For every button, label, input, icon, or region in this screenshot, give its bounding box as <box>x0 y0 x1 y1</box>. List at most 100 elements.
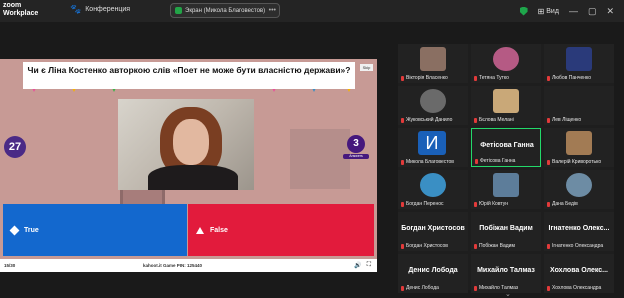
kahoot-footer: 15/30 kahoot.it Game PIN: 125440 🔊 ⛶ <box>0 259 377 272</box>
skip-button[interactable]: Skip <box>360 64 373 71</box>
participant-video <box>493 47 519 71</box>
answer-false-label: False <box>210 226 228 234</box>
portrait-body <box>148 165 238 190</box>
participant-name-label: Бєлова Мелані <box>474 117 514 123</box>
participant-name-label: Любов Панченко <box>547 75 591 81</box>
participant-name-label: Хохлова Олександра <box>547 285 601 291</box>
participant-name: Хохлова Олександра <box>552 285 602 291</box>
title-bar: zoom Workplace 🐾 Конференция Экран (Мико… <box>0 0 624 22</box>
logo-line1: zoom <box>3 2 22 9</box>
volume-icon[interactable]: 🔊 <box>354 262 361 269</box>
muted-mic-icon <box>401 117 404 123</box>
zoom-logo: zoom Workplace <box>3 2 38 18</box>
participant-tile[interactable]: Фетісова Ганна Фетісова Ганна <box>471 128 541 167</box>
muted-mic-icon <box>547 201 550 207</box>
participant-name-label: Вікторія Власенко <box>401 75 448 81</box>
participant-name-label: Фетісова Ганна <box>475 158 515 164</box>
muted-mic-icon <box>474 201 477 207</box>
participant-name: Тетяна Тутко <box>479 75 509 81</box>
conference-label: Конференция <box>85 6 131 13</box>
participant-name-label: Денис Лобода <box>401 285 439 291</box>
participant-tile[interactable]: Тетяна Тутко <box>471 44 541 83</box>
answers-count: 3 <box>347 135 365 153</box>
muted-mic-icon <box>474 117 477 123</box>
participant-tile[interactable]: Ігнатенко Олекс... Ігнатенко Олександра <box>544 212 614 251</box>
participant-tile[interactable]: Жуковський Данило <box>398 86 468 125</box>
muted-mic-icon <box>547 117 550 123</box>
participant-gallery: Вікторія Власенко Тетяна Тутко Любов Панче… <box>398 44 614 293</box>
participant-name-label: Богдан Христосов <box>401 243 448 249</box>
participant-name: Бєлова Мелані <box>479 117 514 123</box>
countdown-timer: 27 <box>4 136 26 158</box>
portrait-face <box>173 119 209 165</box>
muted-mic-icon <box>401 201 404 207</box>
participant-name: Богдан Перенос <box>406 201 444 207</box>
share-label: Экран (Микола Благовестов) <box>185 7 266 14</box>
participant-video <box>566 89 592 113</box>
answer-false-button[interactable]: False <box>188 204 374 256</box>
screen-share-indicator[interactable]: Экран (Микола Благовестов) ••• <box>170 3 280 18</box>
participant-tile[interactable]: Любов Панченко <box>544 44 614 83</box>
conference-button[interactable]: 🐾 Конференция <box>70 5 130 14</box>
participant-name: Микола Благовестов <box>406 159 454 165</box>
participant-display-name: Фетісова Ганна <box>480 142 534 149</box>
participant-display-name: Богдан Христосов <box>401 225 465 232</box>
participant-video <box>493 89 519 113</box>
close-icon[interactable]: ✕ <box>606 6 614 17</box>
participant-name: Валерій Криворотько <box>552 159 602 165</box>
participant-tile[interactable]: Лев Ліщенко <box>544 86 614 125</box>
participant-tile[interactable]: И Микола Благовестов <box>398 128 468 167</box>
participant-name-label: Ігнатенко Олександра <box>547 243 603 249</box>
answer-true-button[interactable]: True <box>3 204 187 256</box>
participant-tile[interactable]: Богдан Перенос <box>398 170 468 209</box>
more-icon[interactable]: ••• <box>269 7 276 14</box>
participant-name-label: Дана Бедів <box>547 201 578 207</box>
muted-mic-icon <box>474 285 477 291</box>
maximize-icon[interactable]: ▢ <box>588 6 597 17</box>
participant-tile[interactable]: Бєлова Мелані <box>471 86 541 125</box>
minimize-icon[interactable]: — <box>569 6 578 16</box>
participant-tile[interactable]: Вікторія Власенко <box>398 44 468 83</box>
participant-tile[interactable]: Денис Лобода Денис Лобода <box>398 254 468 293</box>
fullscreen-icon[interactable]: ⛶ <box>367 262 371 269</box>
participant-name: Фетісова Ганна <box>480 158 516 164</box>
participant-tile[interactable]: Дана Бедів <box>544 170 614 209</box>
answers-label: Answers <box>343 154 369 159</box>
logo-line2: Workplace <box>3 10 39 17</box>
participant-tile[interactable]: Хохлова Олекс... Хохлова Олександра <box>544 254 614 293</box>
participant-name-label: Михайло Талмаз <box>474 285 518 291</box>
participant-name: Побіжан Вадим <box>479 243 515 249</box>
participant-name: Ігнатенко Олександра <box>552 243 604 249</box>
triangle-icon <box>196 226 204 234</box>
muted-mic-icon <box>475 158 478 164</box>
participant-name: Вікторія Власенко <box>406 75 448 81</box>
question-progress: 15/30 <box>4 263 16 268</box>
participant-video <box>420 47 446 71</box>
muted-mic-icon <box>401 75 404 81</box>
footer-controls: 🔊 ⛶ <box>354 262 371 269</box>
chevron-down-icon[interactable]: ⌄ <box>505 290 511 298</box>
participant-tile[interactable]: Побіжан Вадим Побіжан Вадим <box>471 212 541 251</box>
participant-video <box>420 89 446 113</box>
participant-display-name: Побіжан Вадим <box>479 225 533 232</box>
muted-mic-icon <box>401 285 404 291</box>
muted-mic-icon <box>474 243 477 249</box>
participant-video <box>566 173 592 197</box>
shield-icon[interactable] <box>519 6 528 16</box>
diamond-icon <box>9 225 20 235</box>
muted-mic-icon <box>547 243 550 249</box>
participant-tile[interactable]: Богдан Христосов Богдан Христосов <box>398 212 468 251</box>
view-button[interactable]: ⊞ Вид <box>538 7 559 16</box>
participant-tile[interactable]: Валерій Криворотько <box>544 128 614 167</box>
paw-icon: 🐾 <box>70 4 82 14</box>
participant-name-label: Лев Ліщенко <box>547 117 581 123</box>
muted-mic-icon <box>474 75 477 81</box>
muted-mic-icon <box>401 243 404 249</box>
answer-true-label: True <box>24 226 39 234</box>
grid-icon: ⊞ <box>537 6 545 16</box>
participant-name-label: Микола Благовестов <box>401 159 454 165</box>
question-text: Чи є Ліна Костенко авторкою слів «Поет н… <box>23 62 355 89</box>
participant-tile[interactable]: Юрій Ковтун <box>471 170 541 209</box>
participant-tile[interactable]: Михайло Талмаз Михайло Талмаз <box>471 254 541 293</box>
participant-display-name: Ігнатенко Олекс... <box>548 225 610 232</box>
